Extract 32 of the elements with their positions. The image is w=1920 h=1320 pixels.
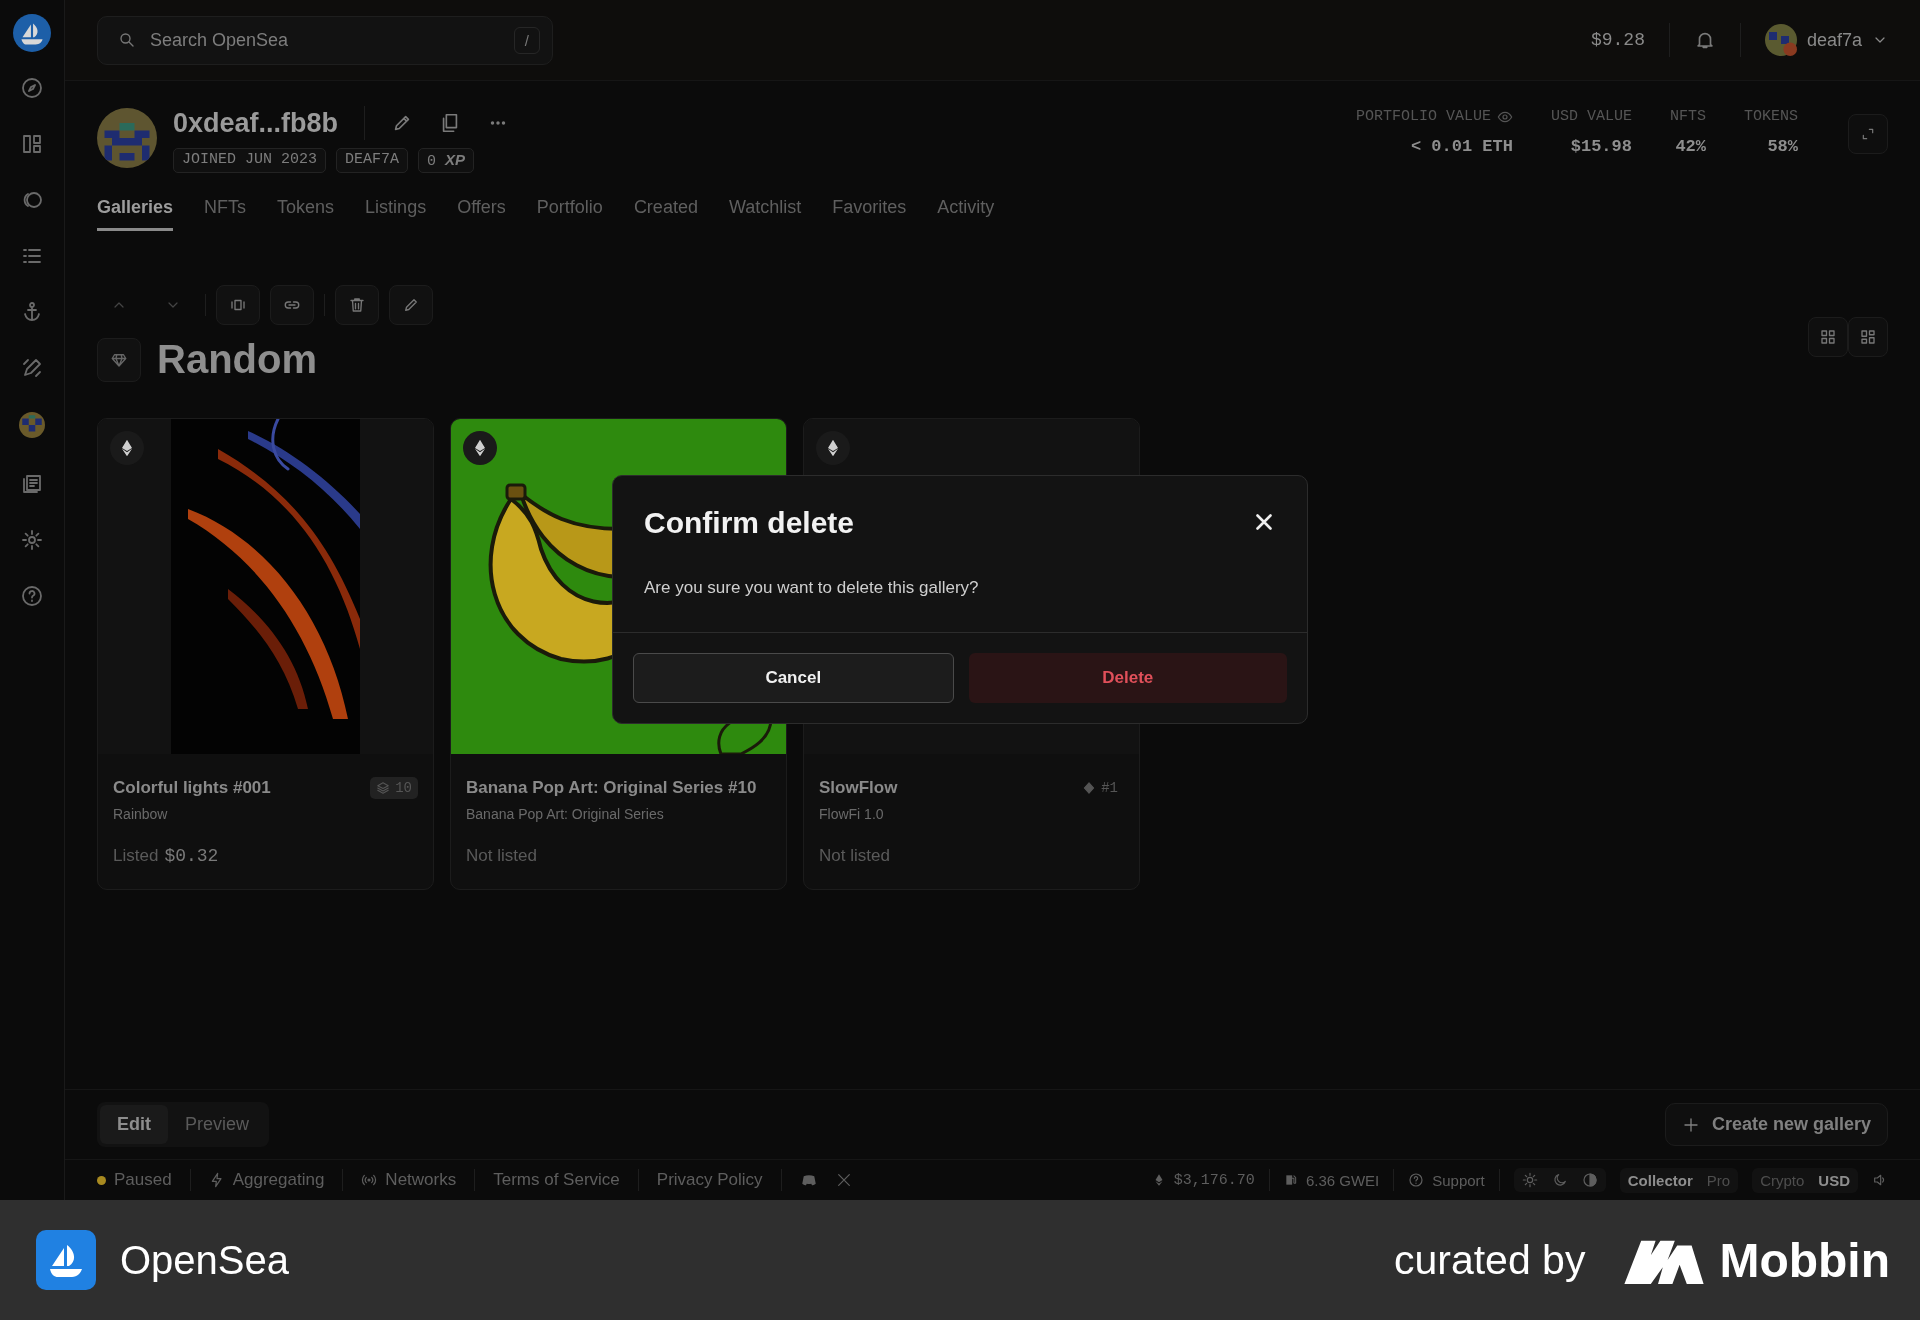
listing-status: Listed xyxy=(113,846,159,866)
profile-tag: JOINED JUN 2023 xyxy=(173,148,327,173)
listing-status: Not listed xyxy=(819,846,890,866)
stat-value: 58% xyxy=(1767,137,1798,156)
profile-name: 0xdeaf...fb8b xyxy=(173,107,339,139)
gas-price: 6.36 GWEI xyxy=(1283,1171,1380,1189)
shortcut-key: / xyxy=(513,26,540,54)
brand-name: OpenSea xyxy=(120,1237,290,1283)
nft-name: SlowFlow xyxy=(819,778,898,798)
dialog-title: Confirm delete xyxy=(644,506,855,540)
stat-value: 42% xyxy=(1675,137,1706,156)
credit-brand: Mobbin xyxy=(1719,1232,1890,1288)
stat-label: TOKENS xyxy=(1744,108,1798,125)
stat-label: USD VALUE xyxy=(1550,108,1632,125)
profile-tag: DEAF7A xyxy=(336,148,409,173)
listing-status: Not listed xyxy=(466,846,537,866)
eth-price: $3,176.70 xyxy=(1151,1171,1255,1189)
collection-name: Rainbow xyxy=(113,806,169,822)
profile-tag: 0 XP xyxy=(418,148,475,173)
credit-text: curated by xyxy=(1393,1236,1586,1284)
gallery-title: Random xyxy=(157,337,317,382)
nft-name: Colorful lights #001 xyxy=(113,778,271,798)
dialog-message: Are you sure you want to delete this gallery? xyxy=(613,540,1307,633)
stat-label: PORTFOLIO VALUE xyxy=(1355,108,1491,125)
listing-price: $0.32 xyxy=(164,846,219,866)
stat-value: $15.98 xyxy=(1570,137,1632,156)
rank-label: #1 xyxy=(1076,777,1124,799)
stat-value: < 0.01 ETH xyxy=(1410,137,1513,156)
stat-label: NFTS xyxy=(1669,108,1706,125)
collection-name: FlowFi 1.0 xyxy=(819,806,885,822)
nft-name: Banana Pop Art: Original Series #10 xyxy=(466,778,757,798)
collection-name: Banana Pop Art: Original Series xyxy=(466,806,665,822)
